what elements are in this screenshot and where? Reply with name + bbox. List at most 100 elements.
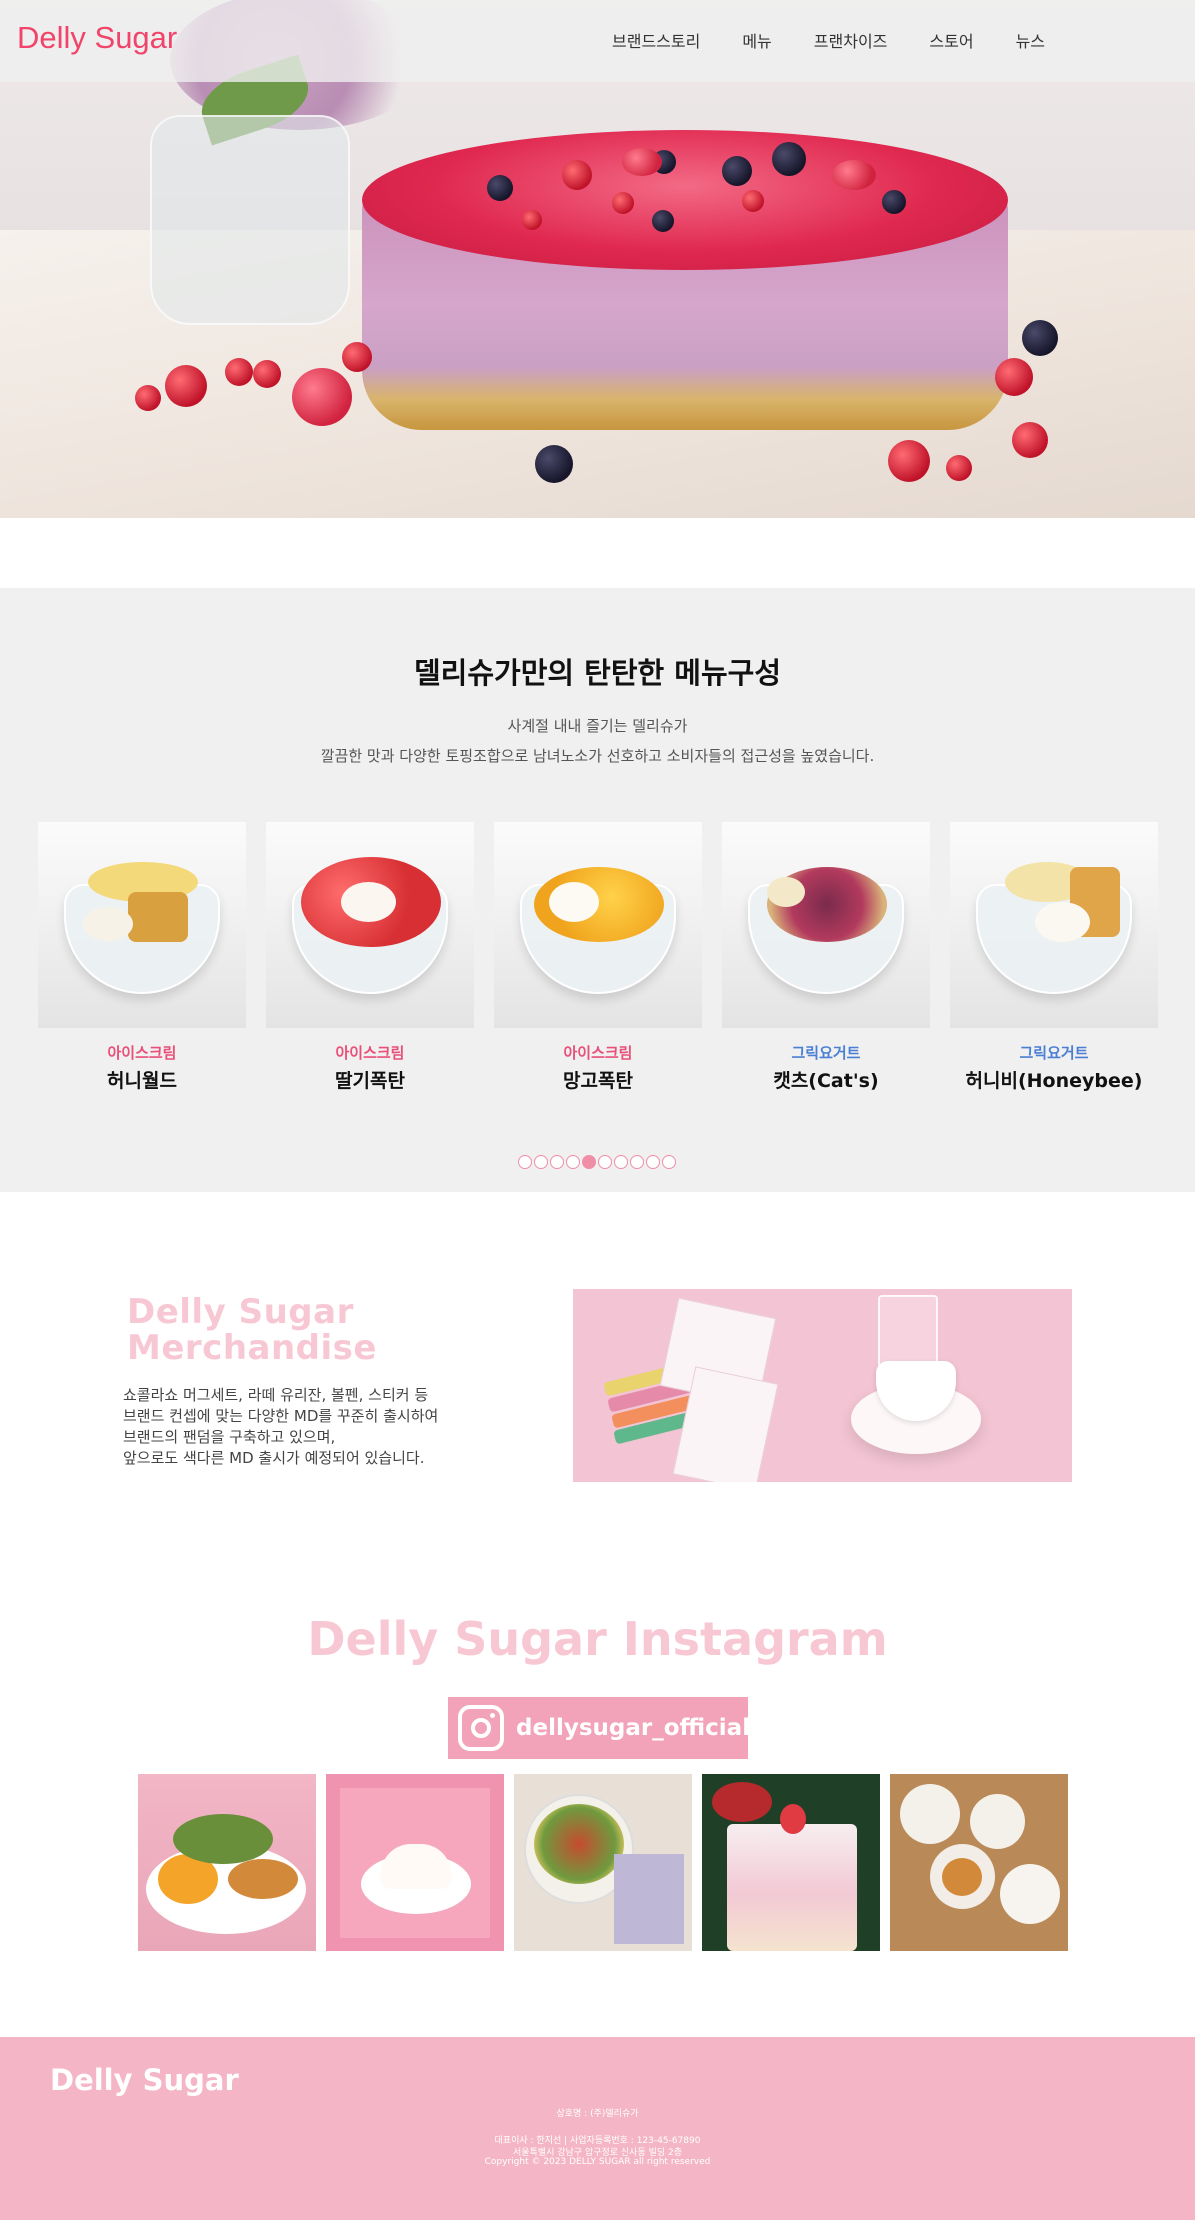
instagram-post[interactable]	[514, 1774, 692, 1951]
menu-card-category: 그릭요거트	[1019, 1044, 1089, 1062]
carousel-dot-5[interactable]	[582, 1155, 596, 1169]
strawberry	[832, 160, 876, 190]
carousel-dot-3[interactable]	[550, 1155, 564, 1169]
merchandise-title-line-2: Merchandise	[127, 1328, 377, 1368]
redcurrant	[888, 440, 930, 482]
carousel-dot-7[interactable]	[614, 1155, 628, 1169]
souffle-pancake	[381, 1844, 451, 1889]
merchandise-section: Delly Sugar Merchandise 쇼콜라쇼 머그세트, 라떼 유리…	[0, 1192, 1195, 1512]
menu-card-image	[950, 822, 1158, 1028]
merchandise-text-line: 쇼콜라쇼 머그세트, 라떼 유리잔, 볼펜, 스티커 등	[123, 1386, 429, 1404]
main-nav: 브랜드스토리 메뉴 프랜차이즈 스토어 뉴스	[612, 28, 1087, 52]
instagram-feed	[138, 1774, 1068, 1951]
raspberry	[292, 368, 352, 426]
blueberry	[722, 156, 752, 186]
menu-card-honeybee[interactable]: 그릭요거트 허니비(Honeybee)	[950, 822, 1158, 1093]
instagram-post[interactable]	[890, 1774, 1068, 1951]
menu-card-category: 아이스크림	[107, 1044, 177, 1062]
instagram-icon	[458, 1705, 504, 1751]
footer-logo: Delly Sugar	[50, 2063, 239, 2097]
carousel-dot-8[interactable]	[630, 1155, 644, 1169]
nav-news[interactable]: 뉴스	[1016, 28, 1045, 52]
plate	[900, 1784, 960, 1844]
instagram-post[interactable]	[702, 1774, 880, 1951]
icecream-topping	[83, 907, 133, 941]
carousel-dot-2[interactable]	[534, 1155, 548, 1169]
pancake	[942, 1858, 982, 1896]
menu-card-name: 캣츠(Cat's)	[773, 1070, 879, 1092]
redcurrant	[225, 358, 253, 386]
nav-store[interactable]: 스토어	[929, 28, 973, 52]
blueberry	[1022, 320, 1058, 356]
hero-banner: Delly Sugar 브랜드스토리 메뉴 프랜차이즈 스토어 뉴스	[0, 0, 1195, 518]
salad	[534, 1804, 624, 1884]
plate	[1000, 1864, 1060, 1924]
instagram-handle-button[interactable]: dellysugar_official	[448, 1697, 750, 1759]
merchandise-title-line-1: Delly Sugar	[127, 1292, 354, 1332]
menu-card-image	[38, 822, 246, 1028]
menu-card-image	[722, 822, 930, 1028]
icecream-topping	[1035, 902, 1090, 942]
nav-brand-story[interactable]: 브랜드스토리	[612, 28, 700, 52]
strawberry	[622, 148, 662, 176]
cream-topping	[549, 882, 599, 922]
cream-topping	[341, 882, 396, 922]
carousel-dot-6[interactable]	[598, 1155, 612, 1169]
site-logo[interactable]: Delly Sugar	[17, 20, 177, 56]
menu-card-category: 아이스크림	[563, 1044, 633, 1062]
footer-copyright: Copyright © 2023 DELLY SUGAR all right r…	[484, 2157, 711, 2167]
cat-placemat	[614, 1854, 684, 1944]
redcurrant	[253, 360, 281, 388]
instagram-section: Delly Sugar Instagram dellysugar_officia…	[0, 1512, 1195, 2037]
redcurrant	[1012, 422, 1048, 458]
blueberry	[535, 445, 573, 483]
honeycomb-topping	[128, 892, 188, 942]
merchandise-title: Delly Sugar Merchandise	[127, 1294, 377, 1366]
redcurrant	[342, 342, 372, 372]
redcurrant	[135, 385, 161, 411]
redcurrant	[522, 210, 542, 230]
plate	[970, 1794, 1025, 1849]
carousel-dot-1[interactable]	[518, 1155, 532, 1169]
redcurrant	[165, 365, 207, 407]
merchandise-image	[573, 1289, 1072, 1482]
menu-section-subtitle: 사계절 내내 즐기는 델리슈가	[507, 717, 688, 735]
menu-card-honey-world[interactable]: 아이스크림 허니월드	[38, 822, 246, 1093]
menu-card-image	[494, 822, 702, 1028]
carousel-pagination	[518, 1155, 676, 1169]
redcurrant	[612, 192, 634, 214]
instagram-title: Delly Sugar Instagram	[307, 1612, 888, 1666]
merchandise-text-line: 앞으로도 색다른 MD 출시가 예정되어 있습니다.	[123, 1449, 425, 1467]
cake-berry-glaze	[362, 130, 1008, 270]
redcurrant	[742, 190, 764, 212]
carousel-dot-10[interactable]	[662, 1155, 676, 1169]
menu-card-name: 허니월드	[107, 1070, 177, 1092]
instagram-post[interactable]	[138, 1774, 316, 1951]
merchandise-description: 쇼콜라쇼 머그세트, 라떼 유리잔, 볼펜, 스티커 등 브랜드 컨셉에 맞는 …	[123, 1385, 523, 1469]
menu-section-description: 깔끔한 맛과 다양한 토핑조합으로 남녀노소가 선호하고 소비자들의 접근성을 …	[320, 747, 875, 765]
menu-card-strawberry-bomb[interactable]: 아이스크림 딸기폭탄	[266, 822, 474, 1093]
menu-card-name: 허니비(Honeybee)	[965, 1070, 1143, 1092]
merchandise-text-line: 브랜드 컨셉에 맞는 다양한 MD를 꾸준히 출시하여	[123, 1407, 439, 1425]
menu-card-category: 그릭요거트	[791, 1044, 861, 1062]
carousel-dot-9[interactable]	[646, 1155, 660, 1169]
blueberry	[652, 210, 674, 232]
menu-card-image	[266, 822, 474, 1028]
carousel-dot-4[interactable]	[566, 1155, 580, 1169]
hero-glass-vase	[150, 115, 350, 325]
redcurrant	[946, 455, 972, 481]
pancake	[228, 1859, 298, 1899]
instagram-post[interactable]	[326, 1774, 504, 1951]
site-footer: Delly Sugar 상호명 : (주)델리슈가 대표이사 : 한지선 | 사…	[0, 2037, 1195, 2220]
hero-berry-cake	[362, 120, 1008, 460]
nav-menu[interactable]: 메뉴	[742, 28, 771, 52]
menu-section: 델리슈가만의 탄탄한 메뉴구성 사계절 내내 즐기는 델리슈가 깔끔한 맛과 다…	[0, 588, 1195, 1192]
banana-topping	[767, 877, 805, 907]
blueberry	[772, 142, 806, 176]
flowers	[712, 1782, 772, 1822]
menu-card-mango-bomb[interactable]: 아이스크림 망고폭탄	[494, 822, 702, 1093]
raspberry	[562, 160, 592, 190]
nav-franchise[interactable]: 프랜차이즈	[814, 28, 888, 52]
menu-card-cats[interactable]: 그릭요거트 캣츠(Cat's)	[722, 822, 930, 1093]
merchandise-text-line: 브랜드의 팬덤을 구축하고 있으며,	[123, 1428, 336, 1446]
